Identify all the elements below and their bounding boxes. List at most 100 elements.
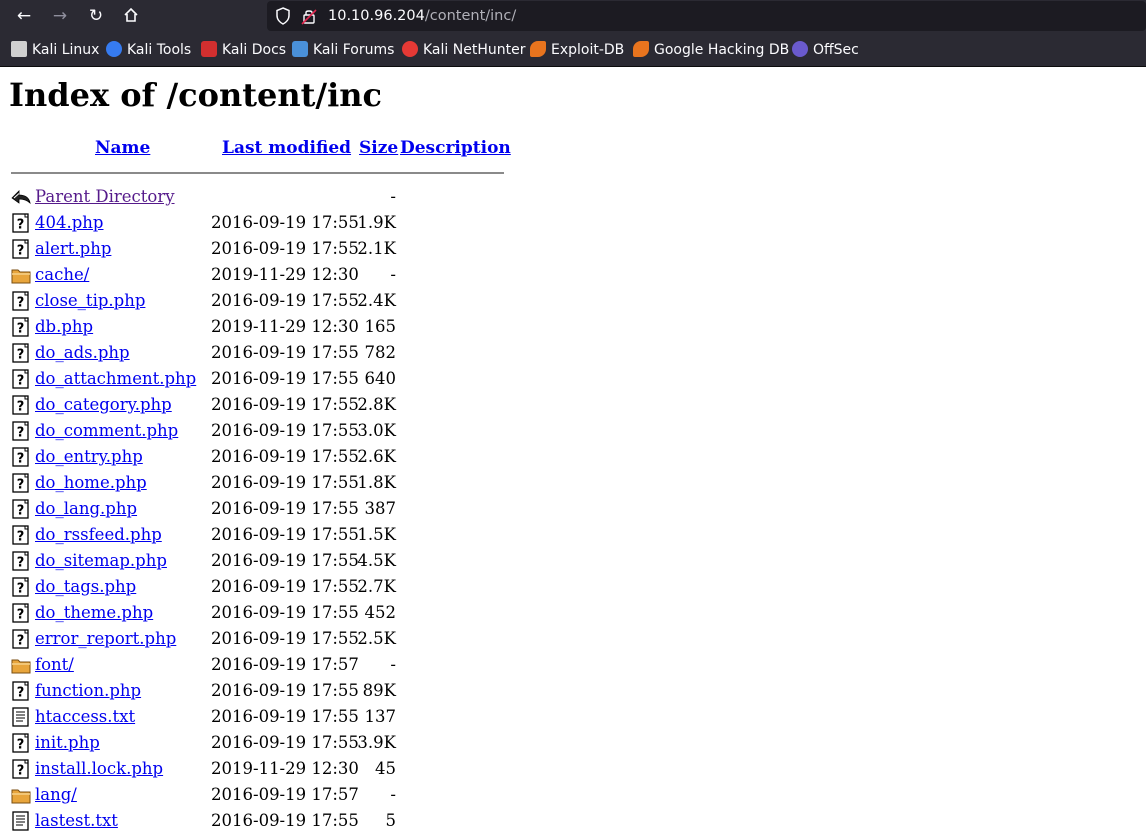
file-link[interactable]: do_rssfeed.php [35,522,162,548]
unknown-file-icon: ? [11,499,31,519]
parent-directory-link[interactable]: Parent Directory [35,184,175,210]
tracking-shield-icon[interactable] [275,7,291,25]
table-row: ? do_home.php 2016-09-19 17:55 1.8K [0,470,520,496]
size-cell: 2.5K [357,629,396,648]
file-link[interactable]: do_attachment.php [35,366,196,392]
table-row: lastest.txt 2016-09-19 17:55 5 [0,808,520,834]
unknown-file-icon: ? [11,447,31,467]
kali-docs-icon [201,41,217,57]
parent-directory-row: Parent Directory - [0,184,520,210]
bookmark-label: Kali Forums [313,42,395,58]
url-host: 10.10.96.204 [328,8,425,24]
bookmark-kali-forums[interactable]: Kali Forums [292,33,394,66]
size-cell: 3.9K [357,733,396,752]
bookmarks-toolbar: Kali Linux Kali Tools Kali Docs Kali For… [0,33,1146,67]
size-cell: 137 [364,707,397,726]
column-header-description[interactable]: Description [400,138,511,158]
svg-text:?: ? [17,374,25,389]
table-row: cache/2019-11-29 12:30- [0,262,520,288]
file-link[interactable]: lang/ [35,782,77,808]
svg-text:?: ? [17,400,25,415]
file-link[interactable]: lastest.txt [35,808,118,834]
svg-text:?: ? [17,608,25,623]
unknown-file-icon: ? [11,681,31,701]
svg-text:?: ? [17,452,25,467]
forward-arrow-icon[interactable]: → [48,5,72,27]
column-header-size[interactable]: Size [359,138,398,158]
file-link[interactable]: htaccess.txt [35,704,135,730]
file-link[interactable]: do_comment.php [35,418,178,444]
table-row: ? alert.php 2016-09-19 17:55 2.1K [0,236,520,262]
file-link[interactable]: do_entry.php [35,444,143,470]
size-cell: 387 [364,499,397,518]
size-cell: 2.4K [357,291,396,310]
folder-icon [11,655,31,675]
bookmark-google-hacking-db[interactable]: Google Hacking DB [633,33,789,66]
kali-tools-icon [106,41,122,57]
bookmark-label: OffSec [813,42,859,58]
bookmark-kali-tools[interactable]: Kali Tools [106,33,191,66]
text-file-icon [11,811,31,831]
bookmark-exploit-db[interactable]: Exploit-DB [530,33,624,66]
size-cell: - [390,785,396,804]
file-link[interactable]: close_tip.php [35,288,145,314]
table-row: ? do_theme.php 2016-09-19 17:55 452 [0,600,520,626]
offsec-icon [792,41,808,57]
file-link[interactable]: do_theme.php [35,600,153,626]
table-row: ? db.php 2019-11-29 12:30 165 [0,314,520,340]
insecure-lock-icon[interactable] [301,7,317,25]
svg-text:?: ? [17,218,25,233]
svg-text:?: ? [17,764,25,779]
bookmark-kali-docs[interactable]: Kali Docs [201,33,286,66]
file-link[interactable]: do_sitemap.php [35,548,167,574]
svg-text:?: ? [17,530,25,545]
back-arrow-icon[interactable]: ← [12,5,36,27]
svg-text:?: ? [17,738,25,753]
size-cell: 4.5K [357,551,396,570]
file-link[interactable]: do_home.php [35,470,147,496]
file-link[interactable]: install.lock.php [35,756,163,782]
file-link[interactable]: do_ads.php [35,340,130,366]
svg-text:?: ? [17,634,25,649]
bookmark-label: Kali Tools [127,42,192,58]
size-cell: 89K [362,681,396,700]
unknown-file-icon: ? [11,551,31,571]
file-link[interactable]: do_category.php [35,392,172,418]
table-row: ? do_rssfeed.php 2016-09-19 17:55 1.5K [0,522,520,548]
file-link[interactable]: do_tags.php [35,574,136,600]
table-row: ? error_report.php 2016-09-19 17:55 2.5K [0,626,520,652]
column-header-last-modified[interactable]: Last modified [222,138,351,158]
file-link[interactable]: function.php [35,678,141,704]
bookmark-kali-nethunter[interactable]: Kali NetHunter [402,33,525,66]
file-link[interactable]: 404.php [35,210,104,236]
file-link[interactable]: db.php [35,314,93,340]
svg-text:?: ? [17,556,25,571]
file-link[interactable]: init.php [35,730,100,756]
unknown-file-icon: ? [11,525,31,545]
address-bar[interactable]: 10.10.96.204/content/inc/ [267,1,1146,31]
bookmark-label: Kali Docs [222,42,287,58]
exploit-db-icon [530,41,546,57]
table-row: ? init.php 2016-09-19 17:55 3.9K [0,730,520,756]
unknown-file-icon: ? [11,291,31,311]
table-row: ? do_sitemap.php 2016-09-19 17:55 4.5K [0,548,520,574]
file-link[interactable]: alert.php [35,236,111,262]
file-link[interactable]: cache/ [35,262,89,288]
unknown-file-icon: ? [11,395,31,415]
table-row: ? close_tip.php 2016-09-19 17:55 2.4K [0,288,520,314]
file-link[interactable]: error_report.php [35,626,176,652]
column-header-name[interactable]: Name [95,138,150,158]
table-row: htaccess.txt 2016-09-19 17:55 137 [0,704,520,730]
table-row: lang/2016-09-19 17:57- [0,782,520,808]
unknown-file-icon: ? [11,629,31,649]
url-text[interactable]: 10.10.96.204/content/inc/ [328,1,516,31]
unknown-file-icon: ? [11,239,31,259]
home-icon[interactable] [119,5,143,27]
reload-icon[interactable]: ↻ [84,5,108,27]
bookmark-offsec[interactable]: OffSec [792,33,859,66]
bookmark-kali-linux[interactable]: Kali Linux [11,33,99,66]
size-cell: 1.8K [357,473,396,492]
bookmark-label: Kali NetHunter [423,42,526,58]
file-link[interactable]: do_lang.php [35,496,137,522]
file-link[interactable]: font/ [35,652,74,678]
